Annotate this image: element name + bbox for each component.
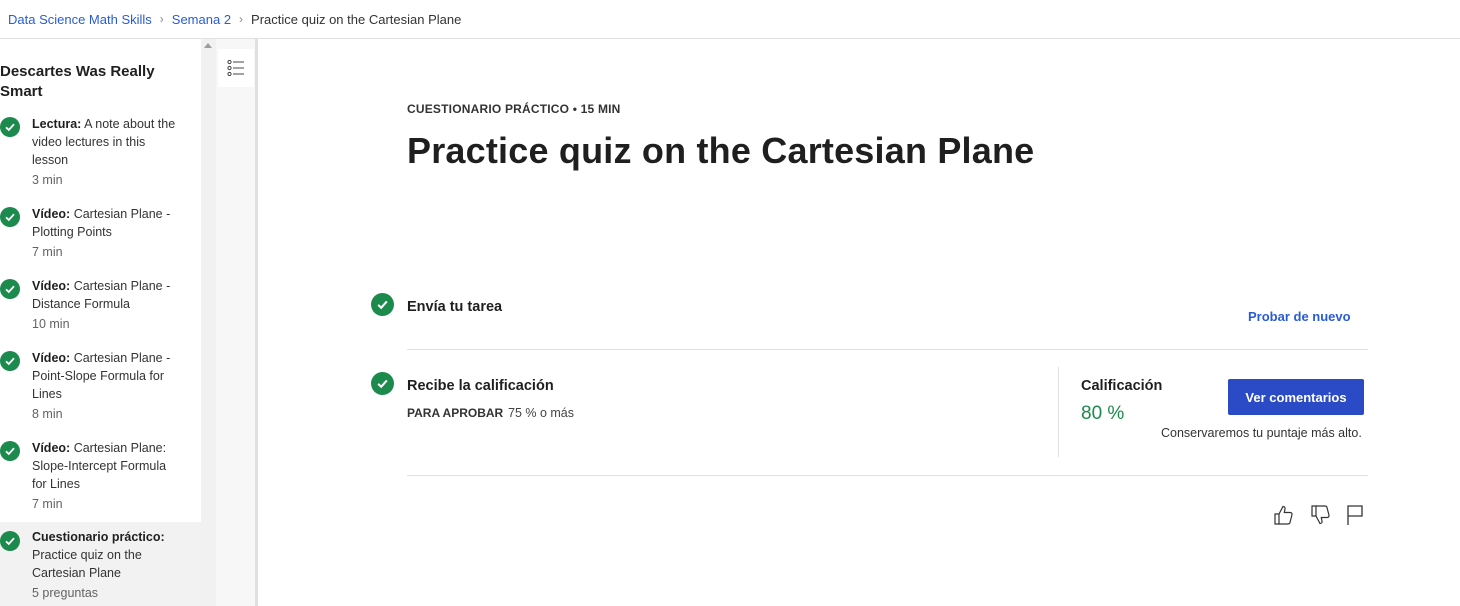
- vertical-divider: [1058, 367, 1059, 457]
- module-title: Descartes Was Really Smart: [0, 63, 155, 100]
- sidebar-lesson-item[interactable]: Vídeo: Cartesian Plane: Slope-Intercept …: [0, 437, 201, 517]
- sidebar-lesson-item[interactable]: Vídeo: Cartesian Plane - Point-Slope For…: [0, 347, 201, 427]
- grade-label: Calificación: [1081, 378, 1163, 394]
- course-sidebar: Descartes Was Really Smart Lectura: A no…: [0, 39, 201, 606]
- sidebar-scrollbar[interactable]: [201, 39, 216, 606]
- lesson-duration: 7 min: [32, 245, 63, 259]
- divider: [407, 349, 1368, 350]
- lesson-title: Practice quiz on the Cartesian Plane: [32, 548, 142, 580]
- completed-check-icon: [0, 279, 20, 299]
- list-icon: [227, 59, 244, 77]
- lesson-type: Lectura:: [32, 117, 82, 131]
- lesson-type: Vídeo:: [32, 441, 71, 455]
- divider: [407, 475, 1368, 476]
- completed-check-icon: [0, 117, 20, 137]
- pass-threshold-value: 75 % o más: [508, 406, 575, 420]
- completed-check-icon: [0, 441, 20, 461]
- completed-check-icon: [0, 351, 20, 371]
- pass-threshold-label: PARA APROBAR: [407, 406, 504, 420]
- grade-value: 80 %: [1081, 403, 1125, 424]
- thumbs-up-icon[interactable]: [1271, 503, 1295, 527]
- retry-button[interactable]: Probar de nuevo: [1248, 309, 1351, 324]
- breadcrumb-course-link[interactable]: Data Science Math Skills: [8, 12, 152, 27]
- lesson-type: Vídeo:: [32, 351, 71, 365]
- lesson-type: Cuestionario práctico:: [32, 530, 165, 544]
- scroll-up-arrow-icon[interactable]: [204, 43, 212, 48]
- toggle-outline-button[interactable]: [218, 49, 254, 87]
- sidebar-lesson-item[interactable]: Vídeo: Cartesian Plane - Plotting Points…: [0, 203, 201, 265]
- page-title: Practice quiz on the Cartesian Plane: [407, 130, 1035, 171]
- sidebar-lesson-item-active[interactable]: Cuestionario práctico: Practice quiz on …: [0, 522, 201, 606]
- lesson-duration: 8 min: [32, 407, 63, 421]
- sidebar-lesson-item[interactable]: Lectura: A note about the video lectures…: [0, 113, 201, 191]
- chevron-right-icon: ›: [159, 12, 164, 26]
- completed-check-icon: [0, 207, 20, 227]
- sidebar-toggle-column: [216, 39, 258, 606]
- flag-icon[interactable]: [1343, 503, 1367, 527]
- lesson-question-count: 5 preguntas: [32, 586, 99, 600]
- lesson-type: Vídeo:: [32, 207, 71, 221]
- completed-check-icon: [0, 531, 20, 551]
- lesson-type: Vídeo:: [32, 279, 71, 293]
- view-feedback-button[interactable]: Ver comentarios: [1228, 379, 1364, 415]
- receive-grade-title: Recibe la calificación: [407, 378, 554, 394]
- lesson-duration: 7 min: [32, 497, 63, 511]
- breadcrumb-week-link[interactable]: Semana 2: [172, 12, 231, 27]
- breadcrumb: Data Science Math Skills › Semana 2 › Pr…: [0, 0, 1460, 39]
- step-completed-check-icon: [371, 372, 394, 395]
- breadcrumb-current: Practice quiz on the Cartesian Plane: [251, 11, 462, 27]
- item-type-duration: CUESTIONARIO PRÁCTICO • 15 MIN: [407, 102, 621, 116]
- chevron-right-icon: ›: [239, 12, 244, 26]
- sidebar-lesson-item[interactable]: Vídeo: Cartesian Plane - Distance Formul…: [0, 275, 201, 337]
- highest-score-note: Conservaremos tu puntaje más alto.: [1161, 426, 1362, 440]
- step-completed-check-icon: [371, 293, 394, 316]
- lesson-duration: 3 min: [32, 173, 63, 187]
- thumbs-down-icon[interactable]: [1308, 503, 1332, 527]
- lesson-duration: 10 min: [32, 317, 70, 331]
- submit-assignment-title: Envía tu tarea: [407, 299, 503, 315]
